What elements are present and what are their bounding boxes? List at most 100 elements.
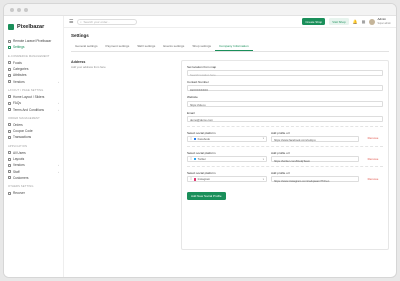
sidebar-item[interactable]: Recover (8, 190, 59, 196)
map-search-input[interactable]: Search location here (187, 70, 383, 77)
page-title: Settings (71, 33, 89, 38)
list-icon (8, 73, 11, 77)
chevron-right-icon: › (58, 107, 59, 112)
sidebar-section-title: Application (8, 144, 28, 148)
email-label: Email (187, 110, 195, 115)
sidebar-item[interactable]: Vendors › (8, 78, 59, 84)
settings-tab[interactable]: Payment settings (102, 42, 134, 51)
sidebar-item[interactable]: Transactions (8, 134, 59, 140)
window-dot (10, 7, 14, 12)
user-menu[interactable]: Admin Super admin (369, 18, 391, 25)
add-social-profile-button[interactable]: Add New Social Profile (187, 192, 226, 201)
window-dot (24, 7, 28, 12)
profile-url-input[interactable]: https://www.instagram.com/redqteam/?hl=e… (271, 176, 359, 183)
brand-name: Pixelbazar (17, 24, 45, 30)
bell-icon[interactable]: 🔔 (353, 19, 358, 24)
divider (187, 125, 383, 127)
box-icon (8, 61, 11, 65)
topbar: ☰ ⌕ Search your order... Create Shop Vis… (64, 16, 396, 28)
drag-handle-icon[interactable]: ⠿ (190, 177, 192, 181)
chevron-down-icon: ▾ (262, 157, 264, 161)
sidebar-section-title: Layout / Page Setting (8, 88, 44, 92)
social-profiles: Select social platform ⠿ Facebook ▾ Add prof… (187, 125, 383, 183)
search-input[interactable]: ⌕ Search your order... (77, 18, 138, 25)
address-section: Address Add your address from here Set l… (71, 60, 389, 250)
sidebar-item[interactable]: Settings (8, 44, 59, 50)
sidebar: Pixelbazar Remote Laravel Pixelbazar Sett… (4, 16, 64, 277)
remove-social-button[interactable]: Remove (363, 157, 383, 163)
grid-icon[interactable]: ▦ (362, 19, 366, 24)
create-shop-button[interactable]: Create Shop (302, 18, 326, 25)
drag-handle-icon[interactable]: ⠿ (190, 137, 192, 141)
social-platform-select[interactable]: ⠿ Twitter ▾ (187, 156, 267, 163)
settings-tabs: General settings Payment settings SEO sett… (71, 42, 389, 52)
settings-tab[interactable]: SEO settings (133, 42, 159, 51)
settings-tab[interactable]: Company Information (215, 42, 253, 51)
email-input[interactable]: demo@demo.com (187, 115, 383, 122)
card-icon (8, 135, 11, 139)
sidebar-item-label: Transactions (13, 135, 32, 140)
settings-tab[interactable]: General settings (71, 42, 102, 51)
sidebar-item-label: Coupon Code (13, 129, 33, 134)
brand-logo-icon (8, 24, 14, 30)
window-dot (17, 7, 21, 12)
settings-tab[interactable]: Events settings (159, 42, 188, 51)
section-description: Address Add your address from here (71, 60, 181, 250)
sidebar-item-label: Staff (13, 169, 20, 174)
profile-url-label: Add profile url (271, 171, 290, 176)
settings-tab[interactable]: Shop settings (188, 42, 215, 51)
section-title: Address (71, 60, 86, 64)
sidebar-item[interactable]: Customers (8, 175, 59, 181)
sidebar-item-label: Orders (13, 122, 23, 127)
social-platform-label: Select social platform (187, 150, 216, 155)
contact-number-input[interactable]: 01XXXXXXXX (187, 85, 383, 92)
brand[interactable]: Pixelbazar (8, 20, 59, 34)
grid-icon (8, 39, 11, 43)
section-subtitle: Add your address from here (71, 65, 106, 69)
chevron-right-icon: › (58, 101, 59, 106)
settings-content: Settings General settings Payment setting… (64, 28, 396, 277)
refresh-icon (8, 191, 11, 195)
website-input[interactable]: https://site.io (187, 100, 383, 107)
doc-icon (8, 108, 11, 112)
social-platform-field: Select social platform ⠿ Twitter ▾ (187, 150, 267, 163)
layout-icon (8, 157, 11, 161)
profile-url-input[interactable]: https://www.facebook.com/redq.io (271, 135, 359, 142)
chevron-down-icon: ▾ (262, 137, 264, 141)
sidebar-item-label: Foods (13, 60, 22, 65)
remove-social-button[interactable]: Remove (363, 136, 383, 142)
store-icon (8, 80, 11, 84)
profile-url-input[interactable]: https://twitter.com/RedqTeam (271, 156, 359, 163)
chevron-right-icon: › (58, 163, 59, 168)
chevron-right-icon: › (58, 79, 59, 84)
sidebar-item-label: Settings (13, 45, 25, 50)
profile-url-field: Add profile url https://www.facebook.com/… (271, 131, 359, 142)
chevron-down-icon: ▾ (262, 177, 264, 181)
sidebar-section-title: Others Setting (8, 185, 34, 189)
menu-icon[interactable]: ☰ (69, 19, 73, 25)
social-platform-select[interactable]: ⠿ Instagram ▾ (187, 176, 267, 183)
visit-shop-button[interactable]: Visit Shop (329, 18, 349, 25)
sidebar-item-label: All Users (13, 150, 26, 155)
sidebar-item-label: Layouts (13, 157, 25, 161)
social-platform-field: Select social platform ⠿ Facebook ▾ (187, 131, 267, 142)
social-platform-select[interactable]: ⠿ Facebook ▾ (187, 135, 267, 142)
avatar (369, 18, 376, 25)
gear-icon (8, 45, 11, 49)
sidebar-item[interactable]: Terms And Conditions › (8, 106, 59, 112)
layout-icon (8, 95, 11, 99)
main-area: ☰ ⌕ Search your order... Create Shop Vis… (64, 16, 396, 277)
divider (187, 166, 383, 168)
sidebar-item-label: Recover (13, 191, 25, 196)
drag-handle-icon[interactable]: ⠿ (190, 157, 192, 161)
remove-social-button[interactable]: Remove (363, 177, 383, 183)
search-icon: ⌕ (79, 20, 82, 25)
store-icon (8, 163, 11, 167)
sidebar-item-label: Terms And Conditions (13, 107, 45, 112)
website-label: Website (187, 95, 198, 100)
sidebar-item-label: Attributes (13, 73, 27, 78)
divider (187, 145, 383, 147)
social-profile-row: Select social platform ⠿ Instagram ▾ Add pro… (187, 171, 383, 183)
person-icon (8, 176, 11, 180)
social-profile-row: Select social platform ⠿ Facebook ▾ Add prof… (187, 131, 383, 142)
